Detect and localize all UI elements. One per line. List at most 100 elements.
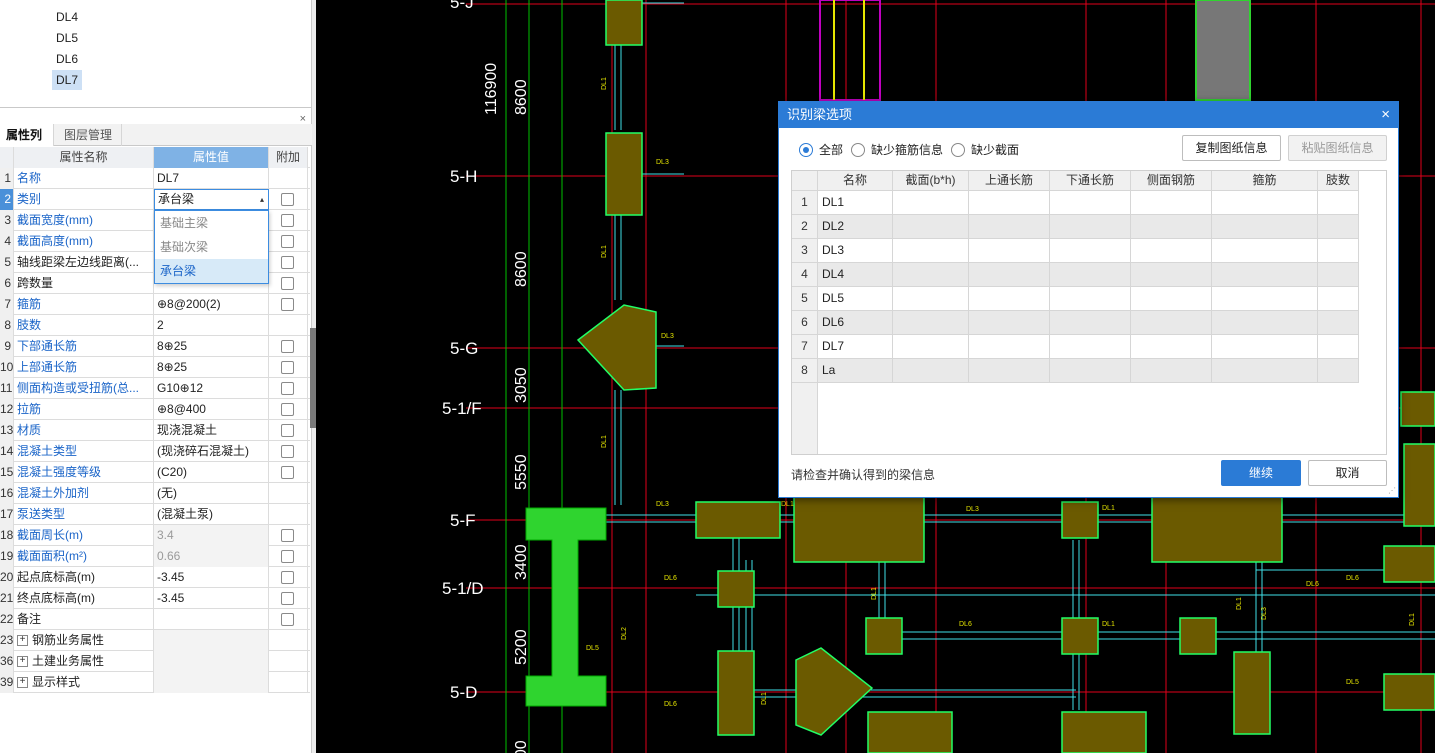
table-cell[interactable] (1318, 311, 1359, 335)
property-row[interactable]: 19 截面面积(m²) 0.66 (0, 546, 310, 567)
table-row[interactable]: 4 DL4 (792, 263, 1360, 287)
grid-header-value[interactable]: 属性值 (154, 147, 269, 168)
table-row[interactable]: 2 DL2 (792, 215, 1360, 239)
property-value[interactable]: ⊕8@200(2) (154, 294, 269, 315)
property-value[interactable]: -3.45 (154, 588, 269, 609)
table-cell[interactable] (1050, 287, 1131, 311)
table-row[interactable]: 8 La (792, 359, 1360, 383)
table-cell[interactable] (893, 311, 969, 335)
tree-item[interactable]: DL6 (52, 49, 82, 69)
resize-grip-icon[interactable]: ⋰ (1388, 487, 1396, 495)
property-row[interactable]: 36 + 土建业务属性 (0, 651, 310, 672)
extra-checkbox[interactable] (281, 592, 294, 605)
table-cell[interactable] (1131, 335, 1212, 359)
property-row[interactable]: 17 泵送类型 (混凝土泵) (0, 504, 310, 525)
table-cell[interactable] (1318, 287, 1359, 311)
column-header[interactable]: 侧面钢筋 (1131, 171, 1212, 191)
table-cell[interactable] (1318, 359, 1359, 383)
table-cell[interactable] (1212, 215, 1318, 239)
property-value[interactable] (154, 609, 269, 630)
table-cell[interactable] (1318, 191, 1359, 215)
table-row[interactable]: 1 DL1 (792, 191, 1360, 215)
table-cell[interactable] (1050, 359, 1131, 383)
extra-checkbox[interactable] (281, 613, 294, 626)
property-row[interactable]: 12 拉筋 ⊕8@400 (0, 399, 310, 420)
extra-checkbox[interactable] (281, 214, 294, 227)
extra-checkbox[interactable] (281, 193, 294, 206)
extra-checkbox[interactable] (281, 571, 294, 584)
extra-checkbox[interactable] (281, 403, 294, 416)
extra-checkbox[interactable] (281, 340, 294, 353)
expand-icon[interactable]: + (17, 677, 28, 689)
table-cell[interactable] (1050, 239, 1131, 263)
table-row[interactable]: 7 DL7 (792, 335, 1360, 359)
column-header[interactable]: 上通长筋 (969, 171, 1050, 191)
table-cell[interactable] (969, 311, 1050, 335)
column-header[interactable]: 箍筋 (1212, 171, 1318, 191)
table-row[interactable]: 5 DL5 (792, 287, 1360, 311)
property-value[interactable]: G10⊕12 (154, 378, 269, 399)
dropdown-option-selected[interactable]: 承台梁 (155, 259, 268, 283)
property-row[interactable]: 8 肢数 2 (0, 315, 310, 336)
table-cell[interactable] (1050, 335, 1131, 359)
table-cell[interactable] (969, 335, 1050, 359)
table-cell[interactable] (893, 287, 969, 311)
property-value[interactable]: (C20) (154, 462, 269, 483)
extra-checkbox[interactable] (281, 256, 294, 269)
table-cell[interactable] (1212, 191, 1318, 215)
table-row[interactable]: 3 DL3 (792, 239, 1360, 263)
property-row[interactable]: 18 截面周长(m) 3.4 (0, 525, 310, 546)
table-cell[interactable] (893, 239, 969, 263)
property-row[interactable]: 23 + 钢筋业务属性 (0, 630, 310, 651)
property-value[interactable]: ⊕8@400 (154, 399, 269, 420)
property-value[interactable]: 现浇混凝土 (154, 420, 269, 441)
table-cell[interactable] (1318, 215, 1359, 239)
extra-checkbox[interactable] (281, 382, 294, 395)
table-cell[interactable] (893, 263, 969, 287)
extra-checkbox[interactable] (281, 466, 294, 479)
extra-checkbox[interactable] (281, 529, 294, 542)
property-row[interactable]: 14 混凝土类型 (现浇碎石混凝土) (0, 441, 310, 462)
property-row[interactable]: 39 + 显示样式 (0, 672, 310, 693)
property-row[interactable]: 13 材质 现浇混凝土 (0, 420, 310, 441)
grid-header-name[interactable]: 属性名称 (14, 147, 154, 168)
property-row[interactable]: 22 备注 (0, 609, 310, 630)
property-row[interactable]: 21 终点底标高(m) -3.45 (0, 588, 310, 609)
property-value[interactable] (154, 672, 269, 693)
tab-layer-manager[interactable]: 图层管理 (58, 124, 122, 146)
dropdown-option[interactable]: 基础主梁 (155, 211, 268, 235)
table-cell[interactable] (969, 191, 1050, 215)
radio-missing-stirrup[interactable]: 缺少箍筋信息 (851, 142, 943, 158)
extra-checkbox[interactable] (281, 298, 294, 311)
property-value[interactable]: 8⊕25 (154, 336, 269, 357)
column-header[interactable]: 肢数 (1318, 171, 1359, 191)
table-cell[interactable] (969, 287, 1050, 311)
table-cell[interactable] (893, 215, 969, 239)
copy-drawing-info-button[interactable]: 复制图纸信息 (1182, 135, 1281, 161)
property-value[interactable]: (无) (154, 483, 269, 504)
property-value[interactable]: 2 (154, 315, 269, 336)
property-value[interactable]: 8⊕25 (154, 357, 269, 378)
property-value[interactable]: (现浇碎石混凝土) (154, 441, 269, 462)
table-cell[interactable] (969, 359, 1050, 383)
property-row[interactable]: 7 箍筋 ⊕8@200(2) (0, 294, 310, 315)
table-cell[interactable] (969, 215, 1050, 239)
column-header[interactable]: 截面(b*h) (893, 171, 969, 191)
table-cell[interactable] (1212, 263, 1318, 287)
property-value[interactable]: (混凝土泵) (154, 504, 269, 525)
tab-property-list[interactable]: 属性列表 (0, 124, 54, 164)
table-cell[interactable] (893, 335, 969, 359)
table-cell[interactable] (1131, 215, 1212, 239)
radio-missing-section[interactable]: 缺少截面 (951, 142, 1019, 158)
beam-name-cell[interactable]: DL4 (818, 263, 893, 287)
extra-checkbox[interactable] (281, 235, 294, 248)
property-row[interactable]: 11 侧面构造或受扭筋(总... G10⊕12 (0, 378, 310, 399)
property-value[interactable]: -3.45 (154, 567, 269, 588)
table-cell[interactable] (1212, 359, 1318, 383)
beam-name-cell[interactable]: DL2 (818, 215, 893, 239)
table-cell[interactable] (1131, 311, 1212, 335)
table-cell[interactable] (893, 359, 969, 383)
table-cell[interactable] (1131, 239, 1212, 263)
property-row[interactable]: 16 混凝土外加剂 (无) (0, 483, 310, 504)
property-value[interactable]: 3.4 (154, 525, 269, 546)
